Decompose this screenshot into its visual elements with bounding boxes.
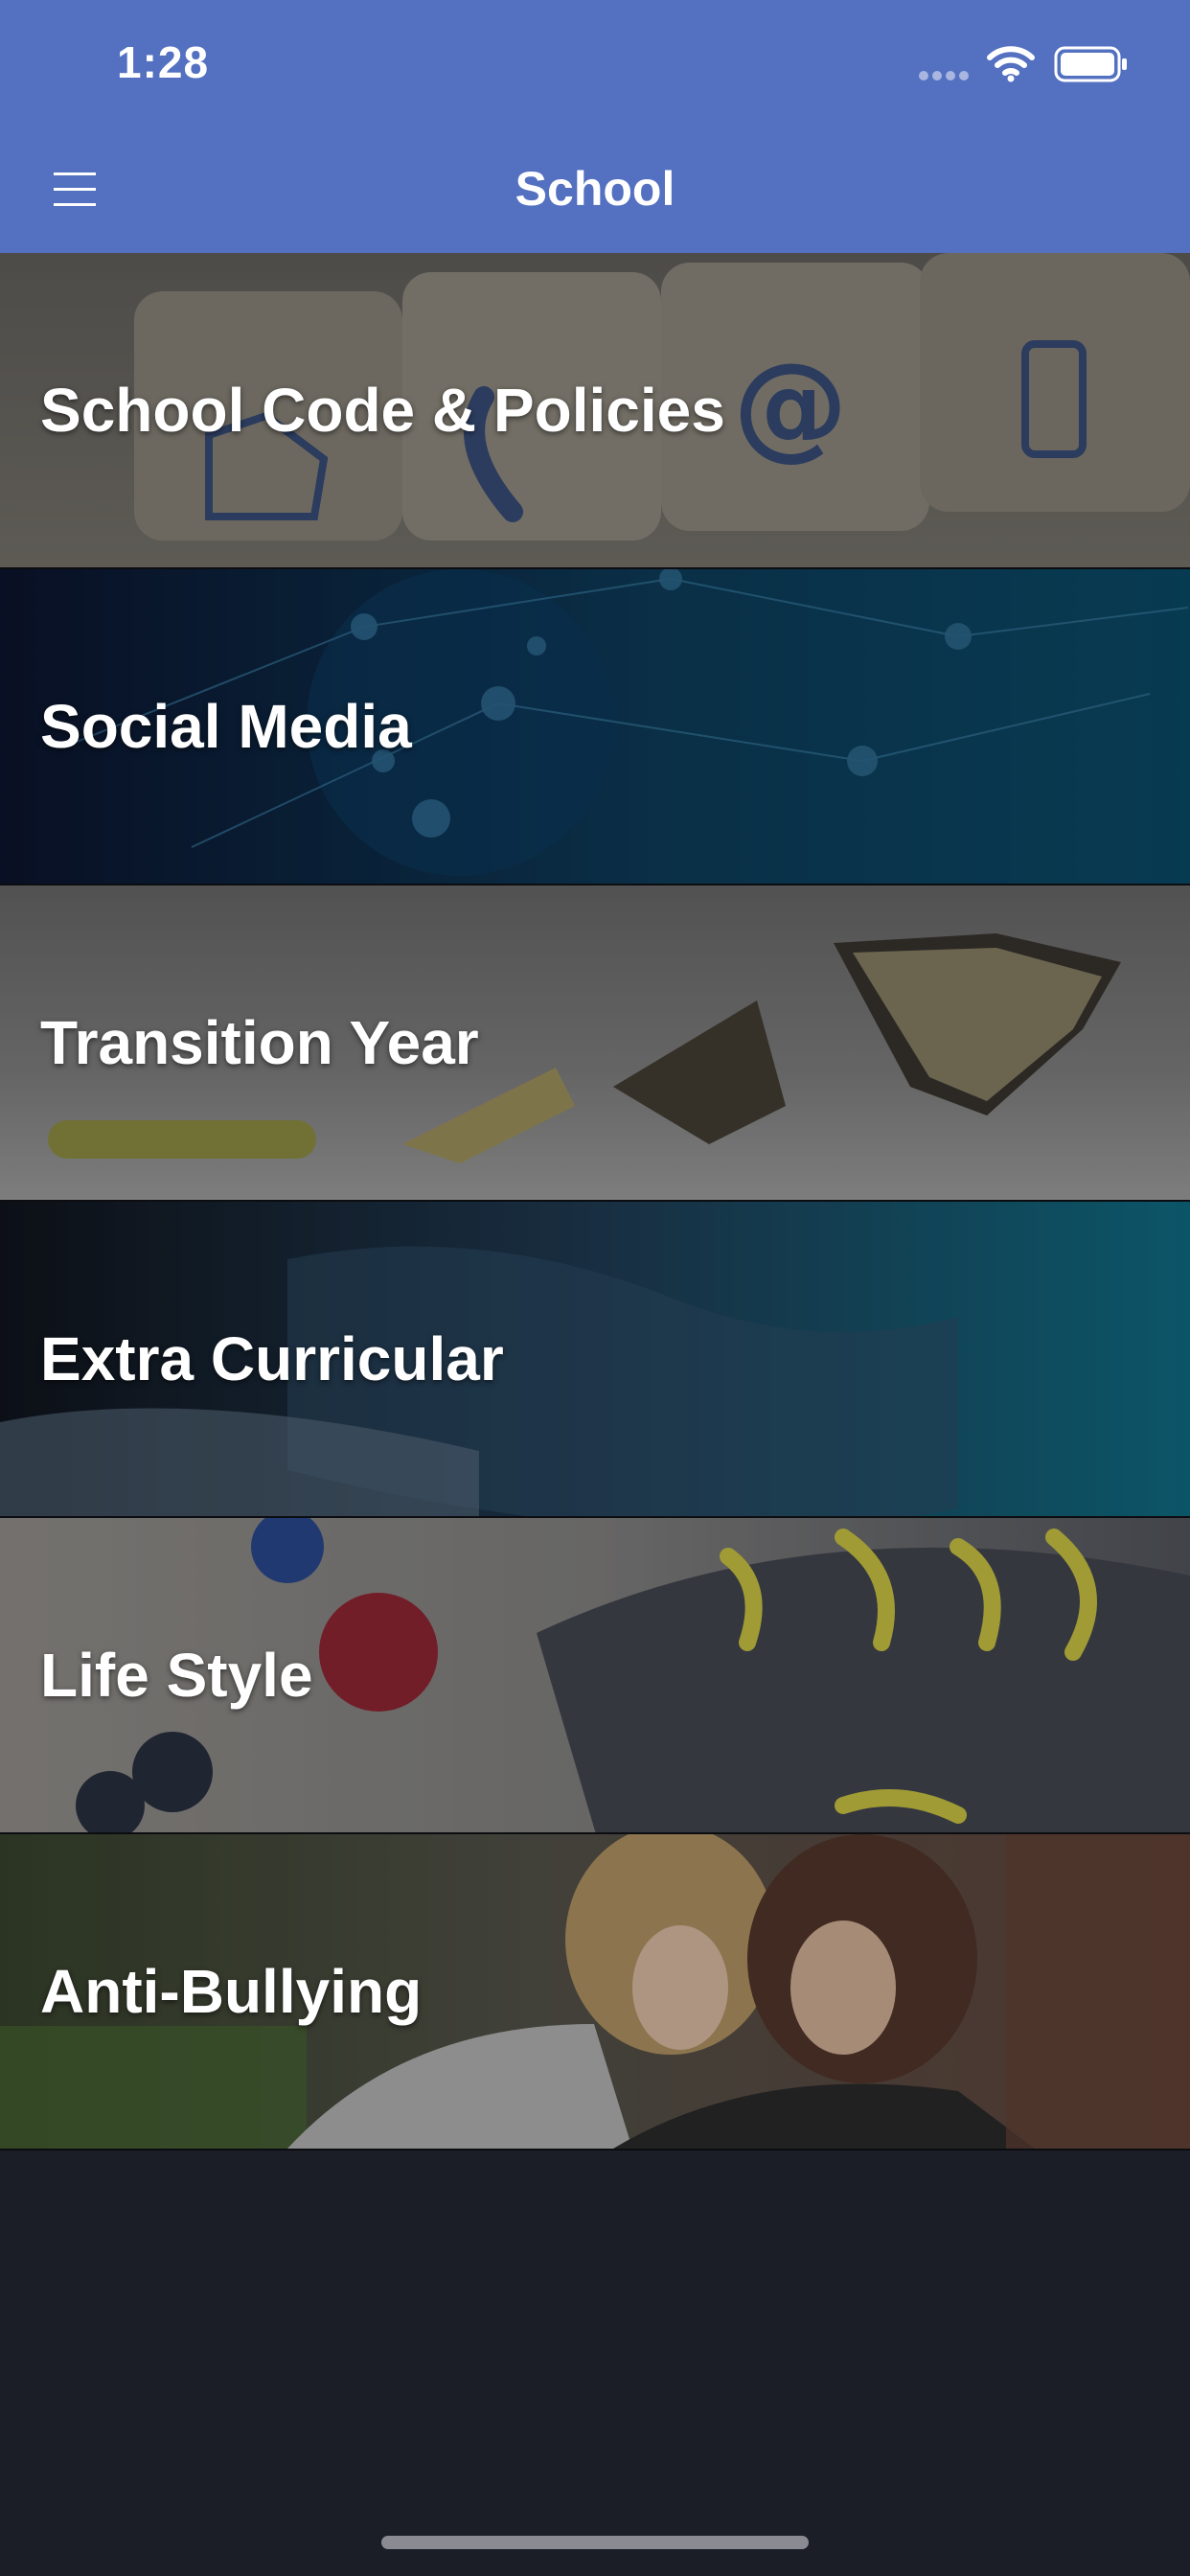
category-row-life-style[interactable]: Life Style	[0, 1518, 1190, 1834]
category-list: @ School Code & Policies	[0, 253, 1190, 2150]
category-row-anti-bullying[interactable]: Anti-Bullying	[0, 1834, 1190, 2150]
category-row-extra-curricular[interactable]: Extra Curricular	[0, 1202, 1190, 1518]
category-row-transition-year[interactable]: Transition Year	[0, 886, 1190, 1202]
category-label: Extra Curricular	[40, 1324, 504, 1393]
category-row-school-code[interactable]: @ School Code & Policies	[0, 253, 1190, 569]
category-label: Life Style	[40, 1641, 313, 1710]
page-title: School	[515, 162, 675, 216]
wifi-icon	[987, 46, 1035, 82]
category-label: Social Media	[40, 692, 412, 761]
top-header: 1:28 School	[0, 0, 1190, 253]
category-label: School Code & Policies	[40, 376, 725, 445]
category-row-social-media[interactable]: Social Media	[0, 569, 1190, 886]
signal-icon	[919, 71, 969, 80]
category-label: Anti-Bullying	[40, 1957, 423, 2026]
home-indicator[interactable]	[381, 2536, 809, 2549]
status-time: 1:28	[117, 37, 210, 87]
battery-icon	[1054, 46, 1127, 82]
category-label: Transition Year	[40, 1008, 479, 1077]
